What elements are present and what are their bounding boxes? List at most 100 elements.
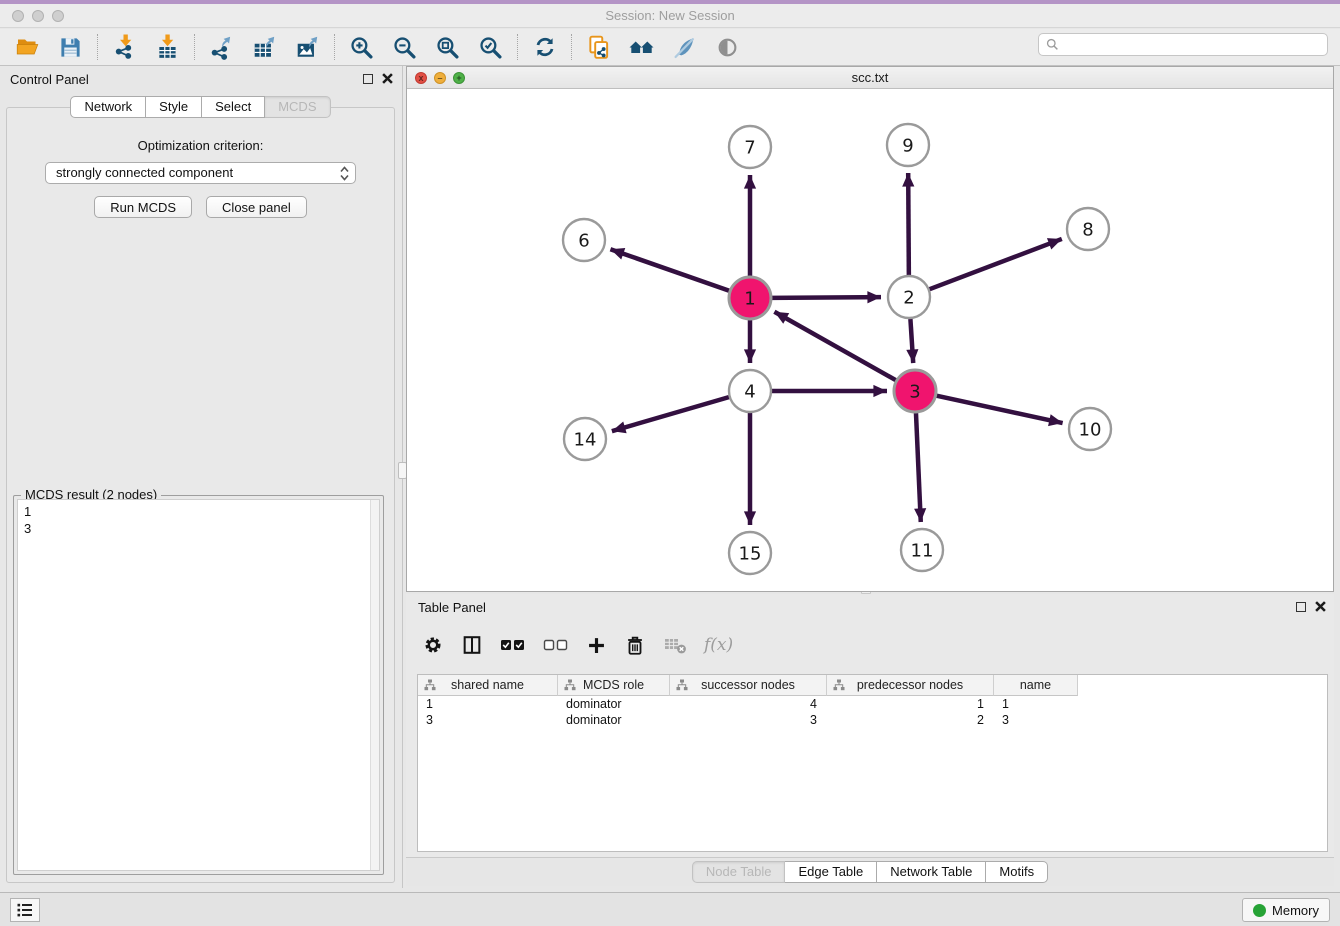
unselect-all-columns-button[interactable] bbox=[543, 634, 569, 656]
edge-1-2[interactable] bbox=[772, 297, 881, 298]
graph-node-9[interactable]: 9 bbox=[887, 124, 929, 166]
cell-predecessor-nodes[interactable]: 2 bbox=[827, 712, 994, 728]
import-network-icon bbox=[112, 34, 138, 60]
cell-name[interactable]: 1 bbox=[994, 696, 1078, 712]
delete-table-button-disabled[interactable] bbox=[663, 635, 687, 655]
function-builder-button-disabled[interactable]: f(x) bbox=[704, 635, 733, 655]
tab-edge-table[interactable]: Edge Table bbox=[785, 861, 877, 883]
zoom-in-button[interactable] bbox=[340, 31, 383, 63]
tab-mcds[interactable]: MCDS bbox=[265, 96, 330, 118]
edge-2-9[interactable] bbox=[908, 173, 909, 275]
list-icon bbox=[17, 903, 33, 917]
show-column-button[interactable] bbox=[461, 634, 483, 656]
graph-node-6[interactable]: 6 bbox=[563, 219, 605, 261]
zoom-out-button[interactable] bbox=[383, 31, 426, 63]
cell-MCDS-role[interactable]: dominator bbox=[558, 712, 670, 728]
graph-node-14[interactable]: 14 bbox=[564, 418, 606, 460]
edge-4-14[interactable] bbox=[612, 397, 729, 431]
clone-network-button[interactable] bbox=[577, 31, 620, 63]
search-box[interactable] bbox=[1038, 33, 1328, 56]
result-scrollbar[interactable] bbox=[370, 500, 379, 870]
edge-3-11[interactable] bbox=[916, 413, 921, 522]
cell-MCDS-role[interactable]: dominator bbox=[558, 696, 670, 712]
cell-shared-name[interactable]: 3 bbox=[418, 712, 558, 728]
table-row[interactable]: 1dominator411 bbox=[418, 696, 1327, 712]
save-session-button[interactable] bbox=[49, 31, 92, 63]
create-column-button[interactable] bbox=[586, 635, 607, 656]
edge-3-1[interactable] bbox=[774, 312, 895, 380]
network-window-title: scc.txt bbox=[407, 67, 1333, 89]
tab-network[interactable]: Network bbox=[70, 96, 146, 118]
graph-node-4[interactable]: 4 bbox=[729, 370, 771, 412]
graph-node-11[interactable]: 11 bbox=[901, 529, 943, 571]
shared-column-icon bbox=[676, 679, 688, 691]
delete-column-button[interactable] bbox=[624, 634, 646, 657]
svg-text:14: 14 bbox=[574, 429, 597, 450]
table-row[interactable]: 3dominator323 bbox=[418, 712, 1327, 728]
node-table[interactable]: shared nameMCDS rolesuccessor nodesprede… bbox=[417, 674, 1328, 852]
plus-icon bbox=[586, 635, 607, 656]
zoom-selected-button[interactable] bbox=[469, 31, 512, 63]
first-neighbors-button[interactable] bbox=[620, 31, 663, 63]
run-mcds-button[interactable]: Run MCDS bbox=[94, 196, 192, 218]
edge-1-6[interactable] bbox=[610, 249, 729, 291]
tab-node-table[interactable]: Node Table bbox=[692, 861, 786, 883]
export-network-button[interactable] bbox=[200, 31, 243, 63]
refresh-view-button[interactable] bbox=[523, 31, 566, 63]
zoom-out-icon bbox=[392, 35, 417, 60]
close-panel-button[interactable]: Close panel bbox=[206, 196, 307, 218]
graph-node-7[interactable]: 7 bbox=[729, 126, 771, 168]
network-window-titlebar[interactable]: x – + scc.txt bbox=[407, 67, 1333, 89]
graph-node-8[interactable]: 8 bbox=[1067, 208, 1109, 250]
open-session-button[interactable] bbox=[6, 31, 49, 63]
show-details-button[interactable] bbox=[706, 31, 749, 63]
float-panel-icon[interactable] bbox=[1296, 602, 1306, 612]
cell-name[interactable]: 3 bbox=[994, 712, 1078, 728]
svg-text:8: 8 bbox=[1082, 219, 1093, 240]
edge-2-3[interactable] bbox=[910, 319, 913, 363]
close-panel-icon[interactable] bbox=[382, 73, 393, 84]
graph-node-10[interactable]: 10 bbox=[1069, 408, 1111, 450]
tab-motifs[interactable]: Motifs bbox=[986, 861, 1048, 883]
edge-2-8[interactable] bbox=[930, 239, 1062, 289]
column-header-MCDS-role[interactable]: MCDS role bbox=[558, 675, 670, 696]
task-history-button[interactable] bbox=[10, 898, 40, 922]
network-canvas[interactable]: 7 9 6 8 1 2 4 3 14 10 15 11 bbox=[407, 89, 1333, 591]
criterion-dropdown[interactable]: strongly connected component bbox=[45, 162, 356, 184]
graph-node-2[interactable]: 2 bbox=[888, 276, 930, 318]
column-header-name[interactable]: name bbox=[994, 675, 1078, 696]
cell-shared-name[interactable]: 1 bbox=[418, 696, 558, 712]
table-settings-button[interactable] bbox=[422, 634, 444, 656]
tab-network-table[interactable]: Network Table bbox=[877, 861, 986, 883]
graph-node-15[interactable]: 15 bbox=[729, 532, 771, 574]
column-header-shared-name[interactable]: shared name bbox=[418, 675, 558, 696]
edge-3-10[interactable] bbox=[936, 396, 1062, 423]
mcds-result-text: 1 3 bbox=[18, 500, 369, 870]
zoom-fit-button[interactable] bbox=[426, 31, 469, 63]
memory-button[interactable]: Memory bbox=[1242, 898, 1330, 922]
tab-style[interactable]: Style bbox=[146, 96, 202, 118]
graph-node-3[interactable]: 3 bbox=[894, 370, 936, 412]
unchecked-boxes-icon bbox=[543, 634, 569, 656]
graph-node-1[interactable]: 1 bbox=[729, 277, 771, 319]
select-all-columns-button[interactable] bbox=[500, 634, 526, 656]
cell-predecessor-nodes[interactable]: 1 bbox=[827, 696, 994, 712]
mcds-result-textarea[interactable]: 1 3 bbox=[17, 499, 380, 871]
import-table-button[interactable] bbox=[146, 31, 189, 63]
tab-select[interactable]: Select bbox=[202, 96, 265, 118]
close-panel-icon[interactable] bbox=[1315, 601, 1326, 612]
cell-successor-nodes[interactable]: 3 bbox=[670, 712, 827, 728]
export-network-icon bbox=[209, 34, 235, 60]
export-image-button[interactable] bbox=[286, 31, 329, 63]
cell-successor-nodes[interactable]: 4 bbox=[670, 696, 827, 712]
svg-text:10: 10 bbox=[1079, 419, 1102, 440]
style-brush-icon bbox=[672, 35, 697, 60]
float-panel-icon[interactable] bbox=[363, 74, 373, 84]
import-network-button[interactable] bbox=[103, 31, 146, 63]
criterion-dropdown-value: strongly connected component bbox=[56, 165, 233, 180]
apply-style-button[interactable] bbox=[663, 31, 706, 63]
delete-table-icon bbox=[663, 635, 687, 655]
export-table-button[interactable] bbox=[243, 31, 286, 63]
column-header-predecessor-nodes[interactable]: predecessor nodes bbox=[827, 675, 994, 696]
column-header-successor-nodes[interactable]: successor nodes bbox=[670, 675, 827, 696]
